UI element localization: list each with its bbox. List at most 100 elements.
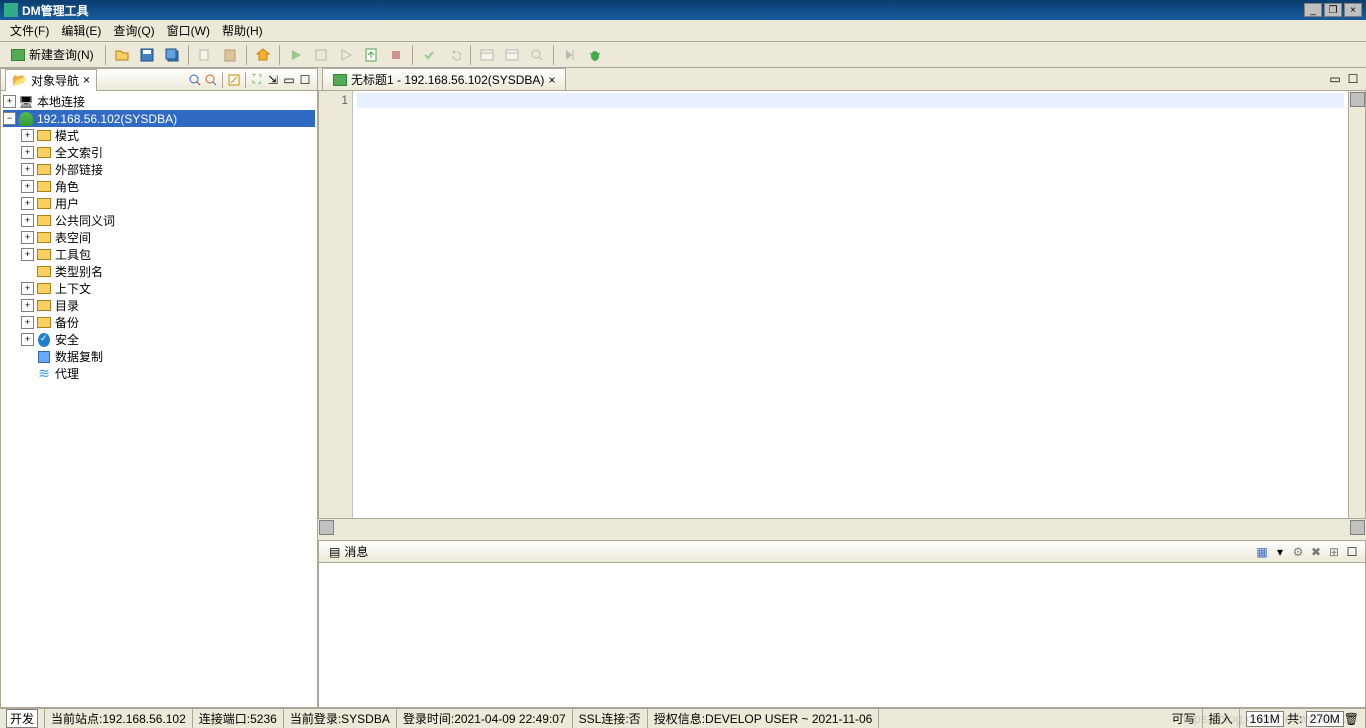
next-icon[interactable] bbox=[558, 44, 582, 66]
scroll-right-icon[interactable] bbox=[1350, 520, 1365, 535]
tree-node[interactable]: +上下文 bbox=[3, 280, 315, 297]
sql-icon bbox=[11, 49, 25, 61]
nav-tab-close-icon[interactable]: × bbox=[83, 73, 90, 87]
expand-icon[interactable]: + bbox=[21, 163, 34, 176]
expand-icon[interactable]: + bbox=[21, 214, 34, 227]
minimize-editor-icon[interactable]: ▭ bbox=[1327, 71, 1343, 87]
tree-node-local[interactable]: + 🖥 本地连接 bbox=[3, 93, 315, 110]
sql-editor[interactable]: 1 bbox=[318, 90, 1366, 519]
tree-node[interactable]: +备份 bbox=[3, 314, 315, 331]
run-script-icon[interactable] bbox=[309, 44, 333, 66]
expand-icon[interactable]: + bbox=[21, 316, 34, 329]
search-icon[interactable] bbox=[525, 44, 549, 66]
find2-icon[interactable] bbox=[203, 72, 219, 88]
node-label: 192.168.56.102(SYSDBA) bbox=[37, 112, 177, 126]
max-panel-icon[interactable]: ☐ bbox=[297, 72, 313, 88]
tree-node[interactable]: +工具包 bbox=[3, 246, 315, 263]
folder-icon bbox=[36, 129, 52, 143]
scroll-up-icon[interactable] bbox=[1350, 92, 1365, 107]
tree-node-security[interactable]: +安全 bbox=[3, 331, 315, 348]
editor-tab[interactable]: 无标题1 - 192.168.56.102(SYSDBA) × bbox=[322, 68, 566, 90]
rollback-icon[interactable] bbox=[442, 44, 466, 66]
vertical-scrollbar[interactable] bbox=[1348, 91, 1365, 518]
saveall-icon[interactable] bbox=[160, 44, 184, 66]
tree-node[interactable]: +模式 bbox=[3, 127, 315, 144]
menu-window[interactable]: 窗口(W) bbox=[161, 20, 216, 41]
object-tree[interactable]: + 🖥 本地连接 − 192.168.56.102(SYSDBA) +模式 +全… bbox=[1, 91, 317, 707]
menu-bar: 文件(F) 编辑(E) 查询(Q) 窗口(W) 帮助(H) bbox=[0, 20, 1366, 42]
expand-icon[interactable]: + bbox=[21, 146, 34, 159]
bug-icon[interactable] bbox=[583, 44, 607, 66]
expand-icon[interactable]: + bbox=[21, 129, 34, 142]
pin-icon[interactable]: ⊞ bbox=[1326, 544, 1342, 560]
close-msg-icon[interactable]: ✖ bbox=[1308, 544, 1324, 560]
restore-button[interactable]: ❐ bbox=[1324, 3, 1342, 17]
find-icon[interactable] bbox=[187, 72, 203, 88]
expand-icon[interactable]: + bbox=[21, 180, 34, 193]
tab-close-icon[interactable]: × bbox=[548, 73, 555, 87]
horizontal-scrollbar[interactable] bbox=[318, 519, 1366, 536]
home-icon[interactable] bbox=[251, 44, 275, 66]
minimize-button[interactable]: _ bbox=[1304, 3, 1322, 17]
status-rw: 可写 bbox=[1166, 709, 1203, 728]
save-icon[interactable] bbox=[135, 44, 159, 66]
tree-node[interactable]: +角色 bbox=[3, 178, 315, 195]
open-icon[interactable] bbox=[110, 44, 134, 66]
status-time: 登录时间:2021-04-09 22:49:07 bbox=[397, 709, 573, 728]
tree-node-replication[interactable]: 数据复制 bbox=[3, 348, 315, 365]
folder-icon bbox=[36, 299, 52, 313]
debug-icon[interactable] bbox=[334, 44, 358, 66]
cal1-icon[interactable] bbox=[475, 44, 499, 66]
editor-textarea[interactable] bbox=[353, 91, 1348, 518]
collapse-icon[interactable]: − bbox=[3, 112, 16, 125]
right-panel: 无标题1 - 192.168.56.102(SYSDBA) × ▭ ☐ 1 bbox=[318, 68, 1366, 708]
expand-icon[interactable]: ⛶ bbox=[249, 72, 265, 88]
paste-icon[interactable] bbox=[218, 44, 242, 66]
nav-tab[interactable]: 📂 对象导航 × bbox=[5, 69, 97, 91]
run-icon[interactable] bbox=[284, 44, 308, 66]
expand-icon[interactable]: + bbox=[3, 95, 16, 108]
tree-node-connection[interactable]: − 192.168.56.102(SYSDBA) bbox=[3, 110, 315, 127]
dropdown-icon[interactable]: ▾ bbox=[1272, 544, 1288, 560]
tree-node[interactable]: +目录 bbox=[3, 297, 315, 314]
menu-edit[interactable]: 编辑(E) bbox=[55, 20, 107, 41]
stop-icon[interactable] bbox=[384, 44, 408, 66]
max-msg-icon[interactable]: ☐ bbox=[1344, 544, 1360, 560]
copy-icon[interactable] bbox=[193, 44, 217, 66]
grid-icon[interactable]: ▦ bbox=[1254, 544, 1270, 560]
tree-node[interactable]: +公共同义词 bbox=[3, 212, 315, 229]
expand-icon[interactable]: + bbox=[21, 299, 34, 312]
folder-icon bbox=[36, 248, 52, 262]
tree-node[interactable]: +全文索引 bbox=[3, 144, 315, 161]
maximize-editor-icon[interactable]: ☐ bbox=[1345, 71, 1361, 87]
expand-icon[interactable]: + bbox=[21, 197, 34, 210]
tree-node[interactable]: +表空间 bbox=[3, 229, 315, 246]
expand-icon[interactable]: + bbox=[21, 333, 34, 346]
cal2-icon[interactable] bbox=[500, 44, 524, 66]
edit-icon[interactable] bbox=[226, 72, 242, 88]
expand-icon[interactable]: + bbox=[21, 282, 34, 295]
expand-icon[interactable]: + bbox=[21, 231, 34, 244]
folder-icon bbox=[36, 231, 52, 245]
message-body[interactable] bbox=[319, 563, 1365, 707]
expand-icon[interactable]: + bbox=[21, 248, 34, 261]
menu-help[interactable]: 帮助(H) bbox=[216, 20, 269, 41]
tree-node[interactable]: +用户 bbox=[3, 195, 315, 212]
collapse-icon[interactable]: ⇲ bbox=[265, 72, 281, 88]
menu-file[interactable]: 文件(F) bbox=[4, 20, 55, 41]
menu-query[interactable]: 查询(Q) bbox=[107, 20, 160, 41]
scroll-left-icon[interactable] bbox=[319, 520, 334, 535]
export-icon[interactable] bbox=[359, 44, 383, 66]
minimize-panel-icon[interactable]: ▭ bbox=[281, 72, 297, 88]
tree-node[interactable]: 类型别名 bbox=[3, 263, 315, 280]
message-tab[interactable]: ▤ 消息 bbox=[323, 541, 374, 562]
toolbar: 新建查询(N) bbox=[0, 42, 1366, 68]
clear-icon[interactable]: ⚙ bbox=[1290, 544, 1306, 560]
tree-node[interactable]: +外部链接 bbox=[3, 161, 315, 178]
tree-node-agent[interactable]: ≋代理 bbox=[3, 365, 315, 382]
commit-icon[interactable] bbox=[417, 44, 441, 66]
status-login: 当前登录:SYSDBA bbox=[284, 709, 397, 728]
new-query-button[interactable]: 新建查询(N) bbox=[4, 43, 101, 66]
trash-icon[interactable]: 🗑 bbox=[1344, 712, 1359, 726]
close-button[interactable]: × bbox=[1344, 3, 1362, 17]
